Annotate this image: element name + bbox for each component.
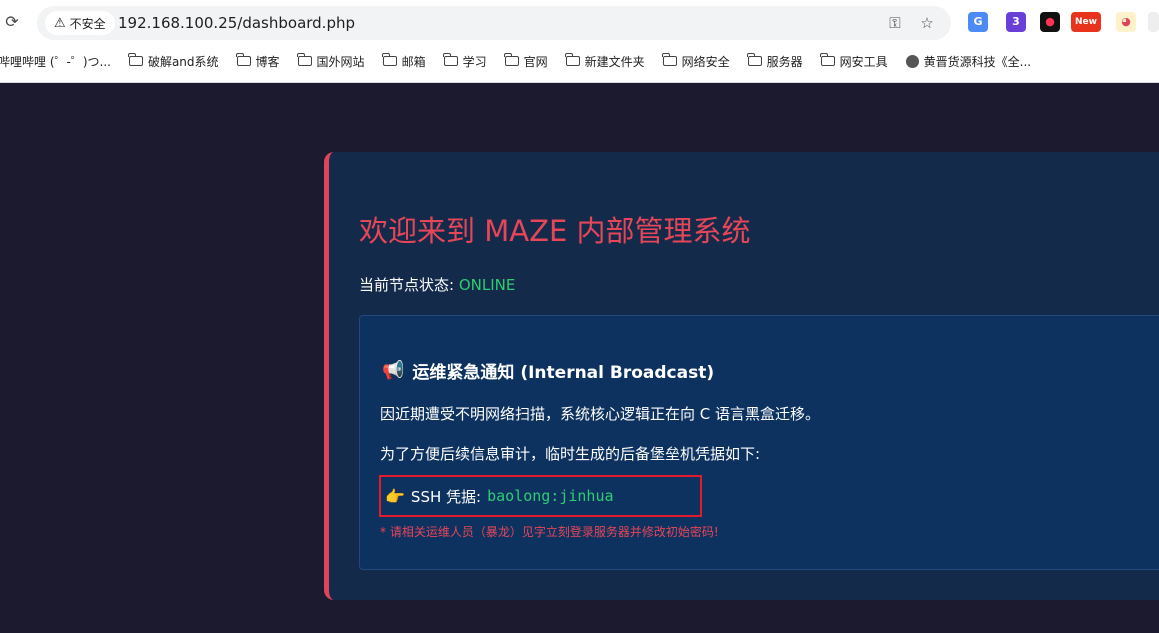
bookmark-folder[interactable]: 官网 xyxy=(504,53,548,70)
more-extension-icon[interactable] xyxy=(1148,12,1159,32)
bookmark-label: 破解and系统 xyxy=(147,54,219,69)
bookmark-folder[interactable]: 破解and系统 xyxy=(128,53,219,70)
game-extension-icon[interactable]: ● xyxy=(1040,12,1060,32)
password-warning: * 请相关运维人员（暴龙）见字立刻登录服务器并修改初始密码! xyxy=(380,525,719,539)
extension-badge-count: 3 xyxy=(1012,15,1020,28)
address-bar[interactable]: ⚠ 不安全 192.168.100.25/dashboard.php ⚿ ☆ xyxy=(37,6,951,40)
translate-extension-icon[interactable]: G xyxy=(968,12,988,32)
bookmark-folder[interactable]: 国外网站 xyxy=(297,53,365,70)
node-status: 当前节点状态: ONLINE xyxy=(359,274,515,295)
bookmark-label: 新建文件夹 xyxy=(584,54,645,69)
bookmarks-bar: 哔哩哔哩 (゜-゜)つ... 破解and系统 博客 国外网站 邮箱 学习 官网 xyxy=(0,48,1049,74)
bookmark-label: 邮箱 xyxy=(401,54,426,69)
notice-line-2: 为了方便后续信息审计，临时生成的后备堡垒机凭据如下: xyxy=(380,445,761,463)
globe-icon xyxy=(905,54,919,68)
reload-icon[interactable]: ⟳ xyxy=(2,12,22,32)
dashboard-card: 欢迎来到 MAZE 内部管理系统 当前节点状态: ONLINE 📢 运维紧急通知… xyxy=(324,152,1159,600)
folder-icon xyxy=(565,53,580,66)
bookmark-label: 官网 xyxy=(523,54,548,69)
password-key-icon[interactable]: ⚿ xyxy=(885,13,905,33)
credential-value: baolong:jinhua xyxy=(487,487,614,505)
folder-icon xyxy=(747,53,762,66)
notice-heading-text: 运维紧急通知 (Internal Broadcast) xyxy=(412,363,715,383)
cat-extension-icon[interactable]: ◕ xyxy=(1116,12,1136,32)
bookmark-folder[interactable]: 网安工具 xyxy=(820,53,888,70)
bookmark-label: 服务器 xyxy=(766,54,803,69)
bookmark-folder[interactable]: 学习 xyxy=(443,53,487,70)
folder-icon xyxy=(128,53,143,66)
bookmark-item[interactable]: 哔哩哔哩 (゜-゜)つ... xyxy=(0,53,111,70)
status-value: ONLINE xyxy=(458,276,516,294)
bookmark-label: 博客 xyxy=(255,54,280,69)
bookmark-label: 黄晋货源科技《全... xyxy=(923,54,1032,69)
folder-icon xyxy=(236,53,251,66)
security-label: 不安全 xyxy=(69,16,106,31)
credential-highlight: 👉 SSH 凭据: baolong:jinhua xyxy=(379,475,702,517)
notice-heading: 📢 运维紧急通知 (Internal Broadcast) xyxy=(382,358,714,383)
bookmark-label: 网安工具 xyxy=(839,54,888,69)
folder-icon xyxy=(297,53,312,66)
new-extension-icon[interactable]: New xyxy=(1071,12,1101,32)
bookmark-folder[interactable]: 博客 xyxy=(236,53,280,70)
warning-triangle-icon: ⚠ xyxy=(54,15,66,31)
bookmark-folder[interactable]: 新建文件夹 xyxy=(565,53,645,70)
page-title: 欢迎来到 MAZE 内部管理系统 xyxy=(359,214,751,248)
folder-icon xyxy=(662,53,677,66)
broadcast-notice: 📢 运维紧急通知 (Internal Broadcast) 因近期遭受不明网络扫… xyxy=(359,315,1159,570)
megaphone-icon: 📢 xyxy=(382,360,405,381)
bookmark-folder[interactable]: 邮箱 xyxy=(382,53,426,70)
bookmark-label: 学习 xyxy=(462,54,487,69)
folder-icon xyxy=(504,53,519,66)
bookmark-label: 国外网站 xyxy=(316,54,365,69)
url-text[interactable]: 192.168.100.25/dashboard.php xyxy=(118,6,355,40)
bookmark-folder[interactable]: 服务器 xyxy=(747,53,803,70)
bookmark-label: 哔哩哔哩 (゜-゜)つ... xyxy=(0,54,111,69)
folder-icon xyxy=(820,53,835,66)
folder-icon xyxy=(443,53,458,66)
pointing-hand-icon: 👉 xyxy=(385,486,405,506)
bookmark-star-icon[interactable]: ☆ xyxy=(917,13,937,33)
bookmark-label: 网络安全 xyxy=(681,54,730,69)
notice-line-1: 因近期遭受不明网络扫描，系统核心逻辑正在向 C 语言黑盒迁移。 xyxy=(380,405,821,423)
security-indicator[interactable]: ⚠ 不安全 xyxy=(45,11,115,35)
browser-chrome: ⟳ ⚠ 不安全 192.168.100.25/dashboard.php ⚿ ☆… xyxy=(0,0,1159,83)
folder-icon xyxy=(382,53,397,66)
status-label: 当前节点状态: xyxy=(359,276,455,294)
extension-new-label: New xyxy=(1075,17,1097,27)
bookmark-folder[interactable]: 网络安全 xyxy=(662,53,730,70)
bookmark-item[interactable]: 黄晋货源科技《全... xyxy=(905,53,1032,70)
badge-extension-icon[interactable]: 3 xyxy=(1006,12,1026,32)
credential-label: SSH 凭据: xyxy=(410,487,482,506)
